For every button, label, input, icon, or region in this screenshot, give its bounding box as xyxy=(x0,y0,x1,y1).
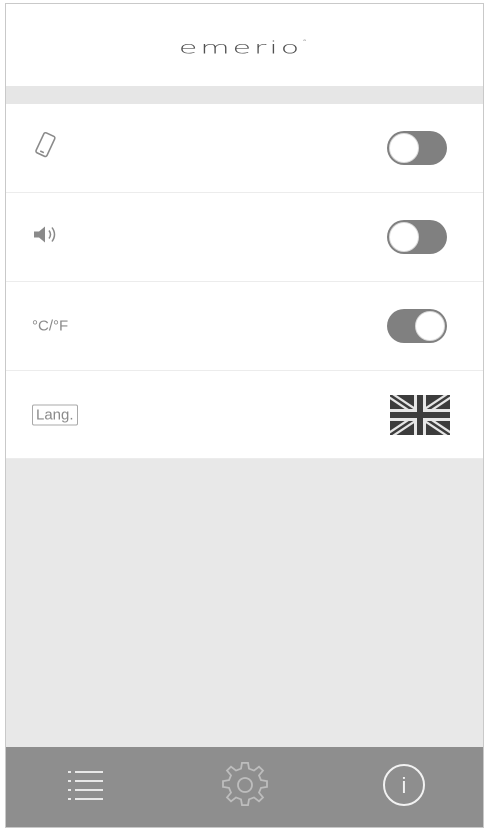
info-glyph: i xyxy=(401,773,406,798)
setting-row-temperature-unit: °C/°F xyxy=(6,282,483,371)
toggle-knob xyxy=(415,311,445,341)
setting-row-vibration xyxy=(6,104,483,193)
list-icon xyxy=(66,768,106,807)
tab-info[interactable]: i xyxy=(374,757,434,817)
language-label: Lang. xyxy=(32,404,78,425)
sound-toggle[interactable] xyxy=(387,220,447,254)
phone-vibrate-icon xyxy=(32,131,58,166)
bottom-tab-bar: i xyxy=(6,747,483,827)
app-screen: emerio° °C/°F Lang. i xyxy=(5,3,484,828)
speaker-icon xyxy=(32,225,62,250)
empty-content-area xyxy=(6,459,483,749)
tab-list[interactable] xyxy=(56,757,116,817)
brand-logo: emerio° xyxy=(179,38,310,57)
app-header: emerio° xyxy=(6,4,483,86)
toggle-knob xyxy=(389,222,419,252)
temperature-unit-toggle[interactable] xyxy=(387,309,447,343)
temperature-unit-label: °C/°F xyxy=(32,317,69,335)
toggle-knob xyxy=(389,133,419,163)
header-divider xyxy=(6,86,483,104)
brand-mark: ° xyxy=(302,38,311,45)
brand-text: emerio xyxy=(178,38,303,58)
gear-icon xyxy=(221,761,268,813)
setting-row-sound xyxy=(6,193,483,282)
language-label-wrap: Lang. xyxy=(32,404,78,425)
uk-flag-icon[interactable] xyxy=(388,391,452,438)
settings-list: °C/°F Lang. xyxy=(6,104,483,458)
info-icon: i xyxy=(381,762,427,813)
tab-settings[interactable] xyxy=(215,757,275,817)
vibration-toggle[interactable] xyxy=(387,131,447,165)
setting-row-language: Lang. xyxy=(6,371,483,458)
